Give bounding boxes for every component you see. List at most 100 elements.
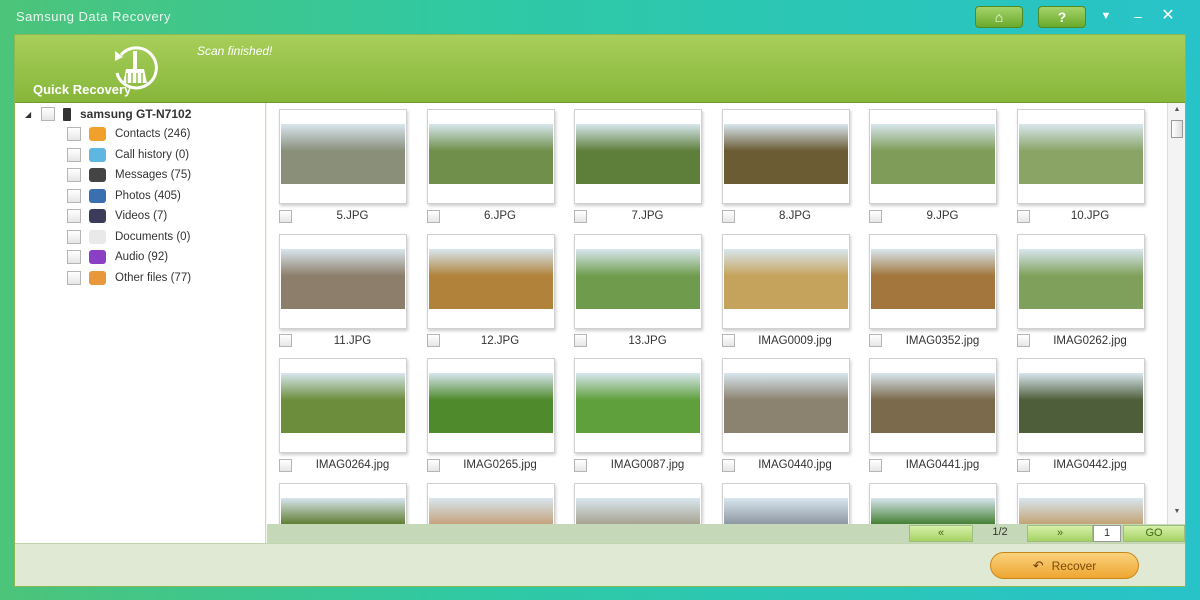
sidebar-item-messages[interactable]: Messages (75) — [67, 166, 191, 184]
photo-item-label[interactable]: IMAG0352.jpg — [869, 333, 1003, 349]
photo-item-label[interactable]: IMAG0262.jpg — [1016, 333, 1151, 349]
photo-thumbnail[interactable] — [426, 482, 555, 524]
photo-thumbnail[interactable] — [721, 109, 850, 204]
sidebar-item-videos[interactable]: Videos (7) — [67, 207, 167, 225]
scroll-down-icon[interactable]: ▼ — [1171, 508, 1183, 518]
photo-thumbnail[interactable] — [279, 109, 407, 204]
photo-checkbox[interactable] — [869, 458, 882, 472]
category-checkbox[interactable] — [67, 250, 81, 264]
help-button[interactable]: ? — [1038, 6, 1086, 28]
photo-checkbox[interactable] — [574, 209, 587, 223]
vertical-scrollbar[interactable]: ▲ ▼ — [1167, 103, 1185, 524]
scroll-up-icon[interactable]: ▲ — [1171, 106, 1183, 116]
category-checkbox[interactable] — [67, 127, 81, 141]
photo-thumbnail[interactable] — [721, 482, 850, 524]
photo-item-label[interactable]: IMAG0265.jpg — [426, 457, 561, 473]
photo-filename: IMAG0262.jpg — [1053, 334, 1127, 347]
sidebar-item-audio[interactable]: Audio (92) — [67, 248, 168, 266]
photo-item-label[interactable]: IMAG0087.jpg — [574, 457, 708, 473]
expander-icon[interactable]: ◢ — [25, 110, 35, 119]
photo-thumbnail[interactable] — [574, 482, 702, 524]
photo-thumbnail[interactable] — [1016, 233, 1145, 329]
scroll-thumb[interactable] — [1171, 120, 1183, 138]
sidebar-item-documents[interactable]: Documents (0) — [67, 228, 190, 246]
photo-item-label[interactable]: IMAG0009.jpg — [721, 333, 856, 349]
photo-thumbnail[interactable] — [721, 233, 850, 329]
photo-checkbox[interactable] — [574, 334, 587, 347]
photo-item-label[interactable]: IMAG0264.jpg — [279, 457, 413, 473]
photo-item-label[interactable]: 12.JPG — [426, 333, 561, 349]
dropdown-icon[interactable]: ▼ — [1096, 6, 1116, 26]
photo-item-label[interactable]: 6.JPG — [426, 208, 561, 224]
category-checkbox[interactable] — [67, 168, 81, 182]
tree-device-row[interactable]: ◢ samsung GT-N7102 — [25, 105, 191, 123]
photo-filename: 12.JPG — [480, 334, 520, 347]
photo-filename: IMAG0442.jpg — [1053, 459, 1127, 471]
photo-checkbox[interactable] — [721, 458, 735, 472]
photo-thumbnail[interactable] — [869, 358, 997, 453]
photo-item-label[interactable]: IMAG0442.jpg — [1016, 457, 1151, 473]
photo-checkbox[interactable] — [721, 334, 735, 347]
photo-filename: 5.JPG — [336, 210, 369, 222]
device-checkbox[interactable] — [41, 107, 55, 121]
photo-thumbnail[interactable] — [279, 233, 407, 329]
photo-checkbox[interactable] — [1016, 209, 1030, 223]
photo-item-label[interactable]: IMAG0440.jpg — [721, 457, 856, 473]
photo-thumbnail[interactable] — [574, 109, 702, 204]
next-page-button[interactable]: » — [1027, 525, 1093, 542]
photo-item-label[interactable]: IMAG0441.jpg — [869, 457, 1003, 473]
photo-item-label[interactable]: 10.JPG — [1016, 208, 1151, 224]
category-checkbox[interactable] — [67, 270, 81, 285]
photo-checkbox[interactable] — [426, 209, 440, 223]
home-button[interactable]: ⌂ — [975, 6, 1023, 28]
photo-checkbox[interactable] — [721, 209, 735, 223]
photo-checkbox[interactable] — [869, 334, 882, 347]
go-button[interactable]: GO — [1123, 525, 1185, 542]
photo-thumbnail[interactable] — [426, 233, 555, 329]
photo-checkbox[interactable] — [279, 458, 292, 472]
photo-checkbox[interactable] — [869, 209, 882, 223]
photo-thumbnail[interactable] — [1016, 109, 1145, 204]
photo-checkbox[interactable] — [279, 209, 292, 223]
photo-thumbnail[interactable] — [869, 109, 997, 204]
photo-item-label[interactable]: 7.JPG — [574, 208, 708, 224]
photo-checkbox[interactable] — [1016, 334, 1030, 347]
photo-thumbnail[interactable] — [1016, 358, 1145, 453]
sidebar-item-call-history[interactable]: Call history (0) — [67, 146, 189, 164]
previous-page-button[interactable]: « — [909, 525, 973, 542]
photo-item-label[interactable]: 13.JPG — [574, 333, 708, 349]
category-checkbox[interactable] — [67, 147, 81, 162]
photo-thumbnail[interactable] — [279, 358, 407, 453]
sidebar-item-photos[interactable]: Photos (405) — [67, 187, 181, 205]
page-number-input[interactable]: 1 — [1093, 525, 1121, 542]
photo-item-label[interactable]: 9.JPG — [869, 208, 1003, 224]
photo-checkbox[interactable] — [1016, 458, 1030, 472]
photo-checkbox[interactable] — [279, 334, 292, 347]
photo-item-label[interactable]: 5.JPG — [279, 208, 413, 224]
photo-thumbnail[interactable] — [721, 358, 850, 453]
photo-thumbnail[interactable] — [574, 358, 702, 453]
photo-checkbox[interactable] — [574, 458, 587, 472]
photo-thumbnail[interactable] — [426, 109, 555, 204]
photo-thumbnail[interactable] — [279, 482, 407, 524]
photo-thumbnail[interactable] — [426, 358, 555, 453]
photo-thumbnail[interactable] — [869, 233, 997, 329]
category-checkbox[interactable] — [67, 229, 81, 244]
photo-thumbnail[interactable] — [1016, 482, 1145, 524]
photo-thumbnail[interactable] — [869, 482, 997, 524]
minimize-icon[interactable]: ‒ — [1128, 6, 1148, 26]
category-checkbox[interactable] — [67, 188, 81, 203]
photo-filename: IMAG0441.jpg — [905, 459, 980, 471]
close-icon[interactable]: ✕ — [1158, 6, 1178, 26]
photo-item-label[interactable]: 11.JPG — [279, 333, 413, 349]
photo-thumbnail[interactable] — [574, 233, 702, 329]
category-label: Photos (405) — [115, 189, 181, 202]
category-checkbox[interactable] — [67, 209, 81, 223]
help-icon: ? — [1057, 9, 1067, 25]
sidebar-item-other-files[interactable]: Other files (77) — [67, 269, 191, 287]
sidebar-item-contacts[interactable]: Contacts (246) — [67, 125, 190, 143]
photo-item-label[interactable]: 8.JPG — [721, 208, 856, 224]
photo-checkbox[interactable] — [426, 334, 440, 347]
photo-checkbox[interactable] — [426, 458, 440, 472]
recover-button[interactable]: ↶ Recover — [990, 552, 1139, 579]
